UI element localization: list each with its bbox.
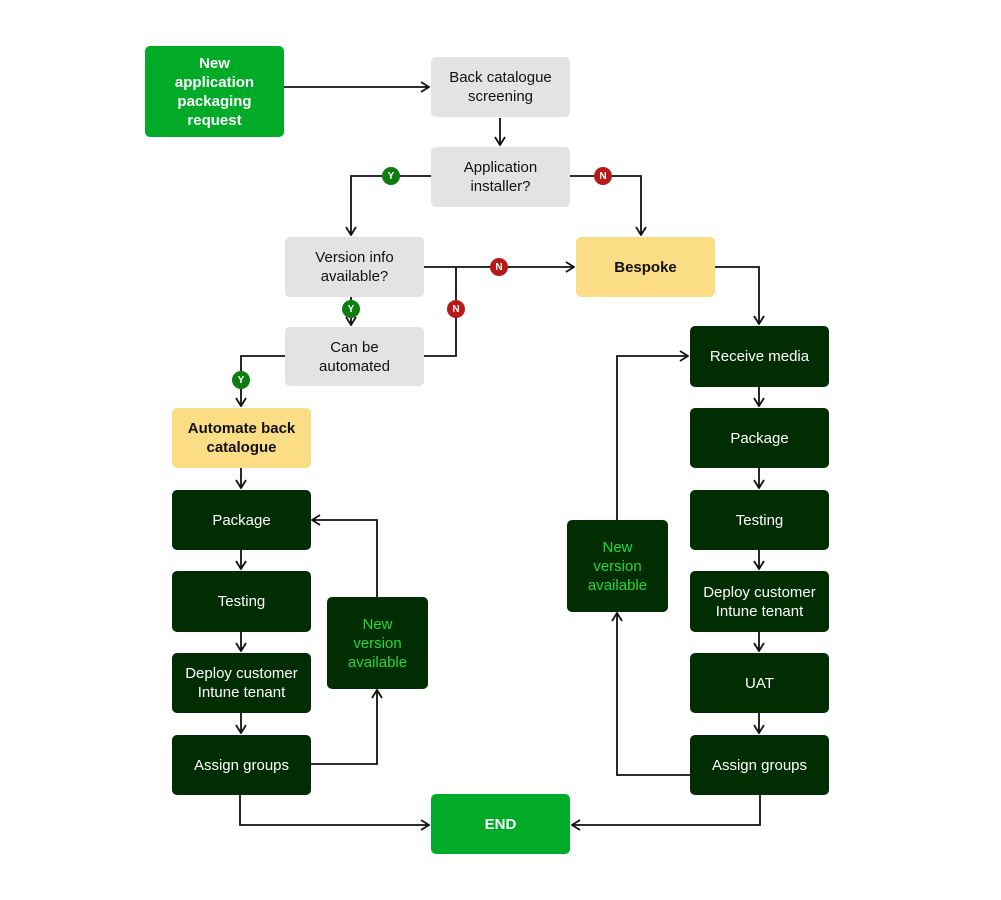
edge-r-newver-receive (616, 356, 688, 520)
edge-l-newver-package (312, 520, 378, 597)
no-badge-installer: N (594, 167, 612, 185)
node-right-receive-media[interactable]: Receive media (690, 326, 829, 387)
no-badge-can-automate: N (447, 300, 465, 318)
node-back-catalogue-screening[interactable]: Back catalogue screening (431, 57, 570, 117)
node-right-deploy[interactable]: Deploy customer Intune tenant (690, 571, 829, 632)
node-right-testing[interactable]: Testing (690, 490, 829, 550)
edge-bespoke-receive (715, 266, 759, 324)
edge-l-assign-end (239, 795, 429, 825)
edge-installer-bespoke (570, 175, 641, 235)
node-right-assign-groups[interactable]: Assign groups (690, 735, 829, 795)
yes-badge-version-info: Y (342, 300, 360, 318)
node-start[interactable]: New application packaging request (145, 46, 284, 137)
node-left-new-version[interactable]: New version available (327, 597, 428, 689)
node-right-package[interactable]: Package (690, 408, 829, 468)
flowchart-canvas: New application packaging request Back c… (0, 0, 1001, 900)
node-can-be-automated[interactable]: Can be automated (285, 327, 424, 386)
node-left-package[interactable]: Package (172, 490, 311, 550)
edge-r-assign-end (572, 795, 761, 825)
edge-r-assign-newver (617, 613, 690, 776)
node-right-new-version[interactable]: New version available (567, 520, 668, 612)
node-left-assign-groups[interactable]: Assign groups (172, 735, 311, 795)
node-version-info-available[interactable]: Version info available? (285, 237, 424, 297)
no-badge-version-info: N (490, 258, 508, 276)
edge-l-assign-newver (310, 690, 377, 765)
node-right-uat[interactable]: UAT (690, 653, 829, 713)
node-automate-back-catalogue[interactable]: Automate back catalogue (172, 408, 311, 468)
node-end[interactable]: END (431, 794, 570, 854)
yes-badge-installer: Y (382, 167, 400, 185)
node-left-testing[interactable]: Testing (172, 571, 311, 632)
node-application-installer[interactable]: Application installer? (431, 147, 570, 207)
node-bespoke[interactable]: Bespoke (576, 237, 715, 297)
node-left-deploy[interactable]: Deploy customer Intune tenant (172, 653, 311, 713)
yes-badge-can-automate: Y (232, 371, 250, 389)
